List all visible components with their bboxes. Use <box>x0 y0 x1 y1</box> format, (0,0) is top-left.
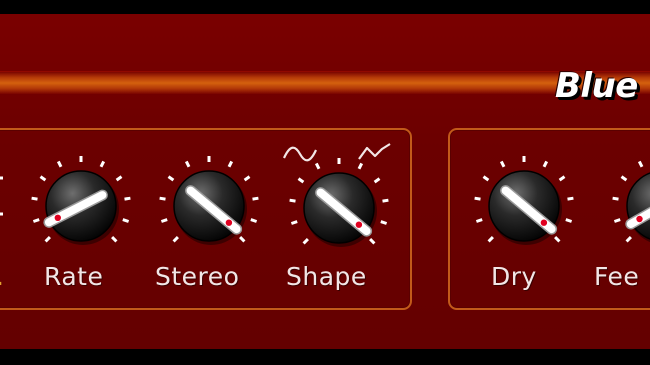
knob-tick <box>172 236 179 243</box>
plugin-title: Blue <box>555 66 638 106</box>
knob-tick <box>160 218 168 223</box>
dry-knob[interactable] <box>469 151 579 261</box>
knob-tick <box>357 162 364 170</box>
feedback-knob[interactable] <box>607 151 650 261</box>
bottom-border <box>0 349 650 365</box>
knob-indicator-dot <box>225 219 233 226</box>
knob-tick <box>612 196 619 201</box>
knob-tick <box>369 238 376 245</box>
plugin-window: Blue . Rate Stereo Shape Dry Fee <box>0 0 650 365</box>
shape-knob[interactable] <box>284 153 394 263</box>
knob-body[interactable] <box>626 171 650 241</box>
knob-tick <box>613 218 621 223</box>
knob-tick <box>250 218 258 223</box>
knob-tick <box>380 220 388 225</box>
rate-label: Rate <box>44 262 104 291</box>
knob-tick <box>227 160 234 168</box>
knob-tick <box>499 160 506 168</box>
knob-tick <box>243 175 251 182</box>
knob-tick <box>122 218 130 223</box>
feedback-label: Fee <box>594 262 640 291</box>
header-stripe <box>0 72 650 94</box>
knob-tick <box>239 236 246 243</box>
knob-tick <box>56 160 63 168</box>
knob-tick <box>620 175 628 182</box>
knob-tick <box>111 236 118 243</box>
knob-indicator-dot <box>636 215 643 223</box>
knob-tick <box>487 236 494 243</box>
knob-tick <box>542 160 549 168</box>
knob-tick <box>637 160 644 168</box>
knob-tick <box>99 160 106 168</box>
stereo-label: Stereo <box>155 262 240 291</box>
knob-tick <box>39 175 47 182</box>
knob-tick <box>475 218 483 223</box>
knob-tick <box>32 218 40 223</box>
knob-tick <box>124 196 131 201</box>
knob-tick <box>115 175 123 182</box>
knob-tick <box>44 236 51 243</box>
knob-tick <box>297 177 305 184</box>
knob-indicator-dot <box>540 219 548 226</box>
knob-tick <box>625 236 632 243</box>
knob-tick <box>558 175 566 182</box>
knob-tick <box>474 196 481 201</box>
knob-tick <box>289 198 296 203</box>
knob-tick <box>252 196 259 201</box>
knob-tick <box>302 238 309 245</box>
knob-tick <box>290 220 298 225</box>
knob-tick <box>159 196 166 201</box>
knob-tick <box>482 175 490 182</box>
offscreen-label-fragment: . <box>0 262 2 291</box>
knob-tick <box>554 236 561 243</box>
knob-tick <box>167 175 175 182</box>
shape-label: Shape <box>286 262 367 291</box>
top-border <box>0 0 650 14</box>
rate-knob[interactable] <box>26 151 136 261</box>
knob-tick <box>31 196 38 201</box>
knob-tick <box>184 160 191 168</box>
knob-tick <box>382 198 389 203</box>
stereo-knob[interactable] <box>154 151 264 261</box>
knob-tick <box>567 196 574 201</box>
knob-tick <box>373 177 381 184</box>
knob-offscreen-left[interactable] <box>0 158 20 258</box>
knob-indicator-dot <box>355 221 363 228</box>
knob-tick <box>314 162 321 170</box>
knob-tick <box>565 218 573 223</box>
knob-indicator-dot <box>54 214 61 221</box>
dry-label: Dry <box>491 262 537 291</box>
